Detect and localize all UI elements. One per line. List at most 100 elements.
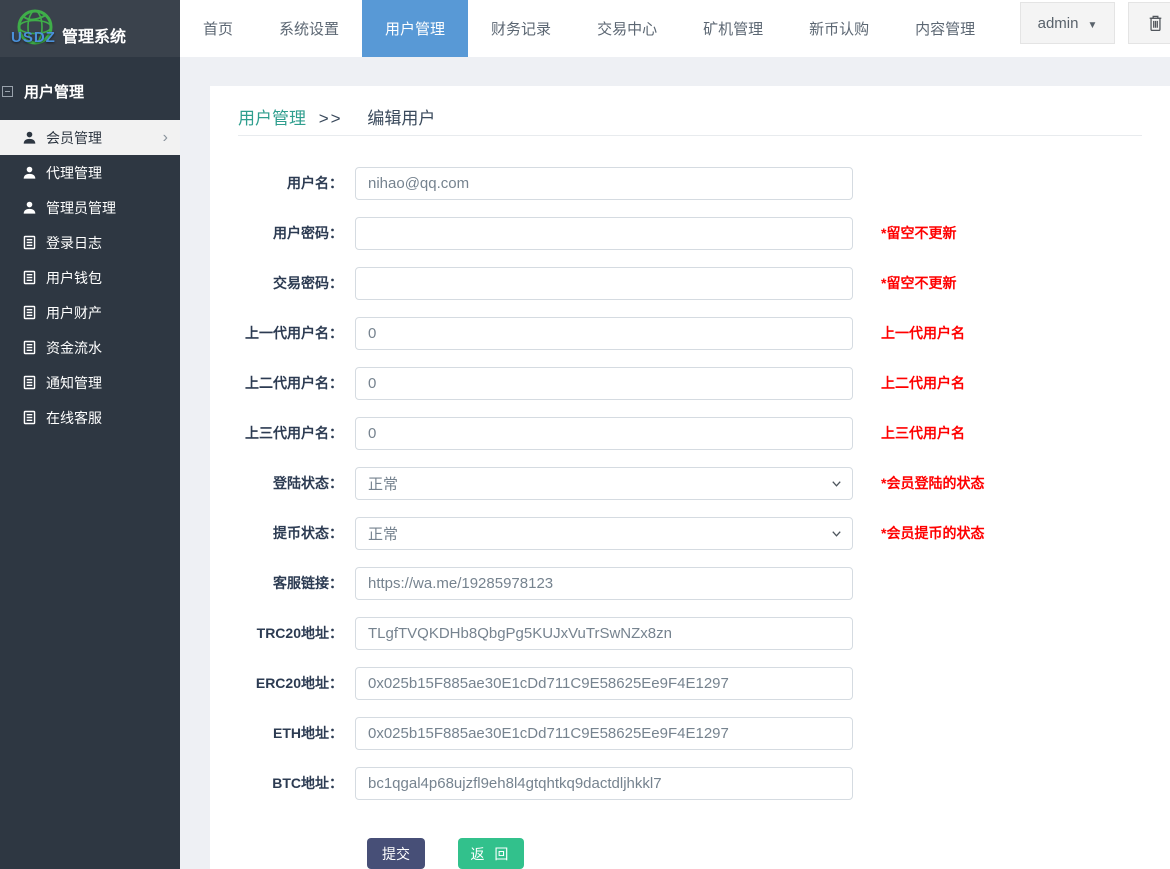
field-hint: *留空不更新 [881,273,956,293]
form-field-row: BTC地址： [210,758,1170,808]
form-field-row: 上二代用户名： 上二代用户名 [210,358,1170,408]
doc-icon [22,340,37,355]
sidebar-item-label: 代理管理 [46,163,102,183]
field-label: 客服链接： [210,573,355,593]
form-field-row: ETH地址： [210,708,1170,758]
select-value: 正常 [368,473,398,494]
field-label: 上一代用户名： [210,323,355,343]
sidebar-item-label: 在线客服 [46,408,102,428]
sidebar-item-label: 用户钱包 [46,268,102,288]
back-button[interactable]: 返 回 [458,838,524,869]
form-actions: 提交 返 回 [367,838,1170,869]
sidebar-item-label: 管理员管理 [46,198,116,218]
submit-button[interactable]: 提交 [367,838,425,869]
select-value: 正常 [368,523,398,544]
field-label: 用户密码： [210,223,355,243]
form-field-row: TRC20地址： [210,608,1170,658]
content-area: 用户管理 >> 编辑用户 用户名： 用户密码： *留空不更新 [180,57,1170,869]
sidebar-item-label: 用户财产 [46,303,102,323]
sidebar-item-label: 资金流水 [46,338,102,358]
field-input[interactable] [355,717,853,750]
trash-button[interactable] [1128,2,1170,44]
admin-label: admin [1038,15,1079,32]
field-input[interactable] [355,167,853,200]
field-hint: *会员提币的状态 [881,523,984,543]
edit-user-form: 用户名： 用户密码： *留空不更新 交易密码： *留空不更新 [210,158,1170,869]
nav-item[interactable]: 财务记录 [468,0,574,57]
field-input[interactable] [355,617,853,650]
breadcrumb-parent[interactable]: 用户管理 [238,109,306,128]
field-label: TRC20地址： [210,623,355,643]
field-input[interactable] [355,567,853,600]
field-input[interactable] [355,417,853,450]
sidebar-item[interactable]: 登录日志 [0,225,180,260]
trash-icon [1147,14,1164,32]
form-field-row: 上三代用户名： 上三代用户名 [210,408,1170,458]
app-title: 管理系统 [62,23,126,47]
form-field-row: 用户名： [210,158,1170,208]
brand-logo: USDZ 管理系统 [0,0,180,57]
field-input[interactable] [355,767,853,800]
nav-item[interactable]: 交易中心 [574,0,680,57]
field-hint: *留空不更新 [881,223,956,243]
sidebar-item[interactable]: 用户财产 [0,295,180,330]
form-field-row: 用户密码： *留空不更新 [210,208,1170,258]
collapse-icon [2,86,13,97]
chevron-down-icon [830,527,843,540]
sidebar-item-label: 会员管理 [46,128,102,148]
form-field-row: 登陆状态： 正常 *会员登陆的状态 [210,458,1170,508]
field-label: ERC20地址： [210,673,355,693]
sidebar-section-header[interactable]: 用户管理 [0,57,180,120]
nav-item[interactable]: 系统设置 [256,0,362,57]
field-label: 用户名： [210,173,355,193]
topbar: USDZ 管理系统 首页 系统设置 用户管理 财务记录 交易中心 [0,0,1170,57]
sidebar-item[interactable]: 通知管理 [0,365,180,400]
field-label: 交易密码： [210,273,355,293]
sidebar-item[interactable]: 用户钱包 [0,260,180,295]
form-field-row: 客服链接： [210,558,1170,608]
field-hint: *会员登陆的状态 [881,473,984,493]
doc-icon [22,410,37,425]
nav-item[interactable]: 内容管理 [892,0,998,57]
field-label: 上三代用户名： [210,423,355,443]
globe-logo-icon: USDZ [12,5,62,53]
sidebar: 用户管理 会员管理 代理管理 管理员管理 [0,57,180,869]
field-input[interactable] [355,667,853,700]
doc-icon [22,235,37,250]
field-label: 上二代用户名： [210,373,355,393]
user-icon [22,130,37,145]
nav-item[interactable]: 用户管理 [362,0,468,57]
field-select[interactable]: 正常 [355,467,853,500]
field-input[interactable] [355,217,853,250]
doc-icon [22,375,37,390]
field-hint: 上一代用户名 [881,323,965,343]
doc-icon [22,305,37,320]
sidebar-item[interactable]: 管理员管理 [0,190,180,225]
sidebar-item[interactable]: 会员管理 [0,120,180,155]
form-field-row: 交易密码： *留空不更新 [210,258,1170,308]
field-label: ETH地址： [210,723,355,743]
logo-usdz-text: USDZ [11,29,56,46]
field-input[interactable] [355,317,853,350]
form-field-row: 提币状态： 正常 *会员提币的状态 [210,508,1170,558]
sidebar-item[interactable]: 在线客服 [0,400,180,435]
field-input[interactable] [355,267,853,300]
field-label: BTC地址： [210,773,355,793]
sidebar-item-label: 通知管理 [46,373,102,393]
form-field-row: 上一代用户名： 上一代用户名 [210,308,1170,358]
field-select[interactable]: 正常 [355,517,853,550]
form-field-row: ERC20地址： [210,658,1170,708]
field-label: 登陆状态： [210,473,355,493]
nav-item[interactable]: 矿机管理 [680,0,786,57]
nav-item[interactable]: 首页 [180,0,256,57]
breadcrumb-separator: >> [319,109,343,128]
sidebar-item-label: 登录日志 [46,233,102,253]
chevron-right-icon [163,129,168,147]
nav-item[interactable]: 新币认购 [786,0,892,57]
field-input[interactable] [355,367,853,400]
breadcrumb: 用户管理 >> 编辑用户 [238,86,1142,136]
admin-dropdown[interactable]: admin [1020,2,1115,44]
sidebar-item[interactable]: 资金流水 [0,330,180,365]
sidebar-item[interactable]: 代理管理 [0,155,180,190]
user-icon [22,165,37,180]
